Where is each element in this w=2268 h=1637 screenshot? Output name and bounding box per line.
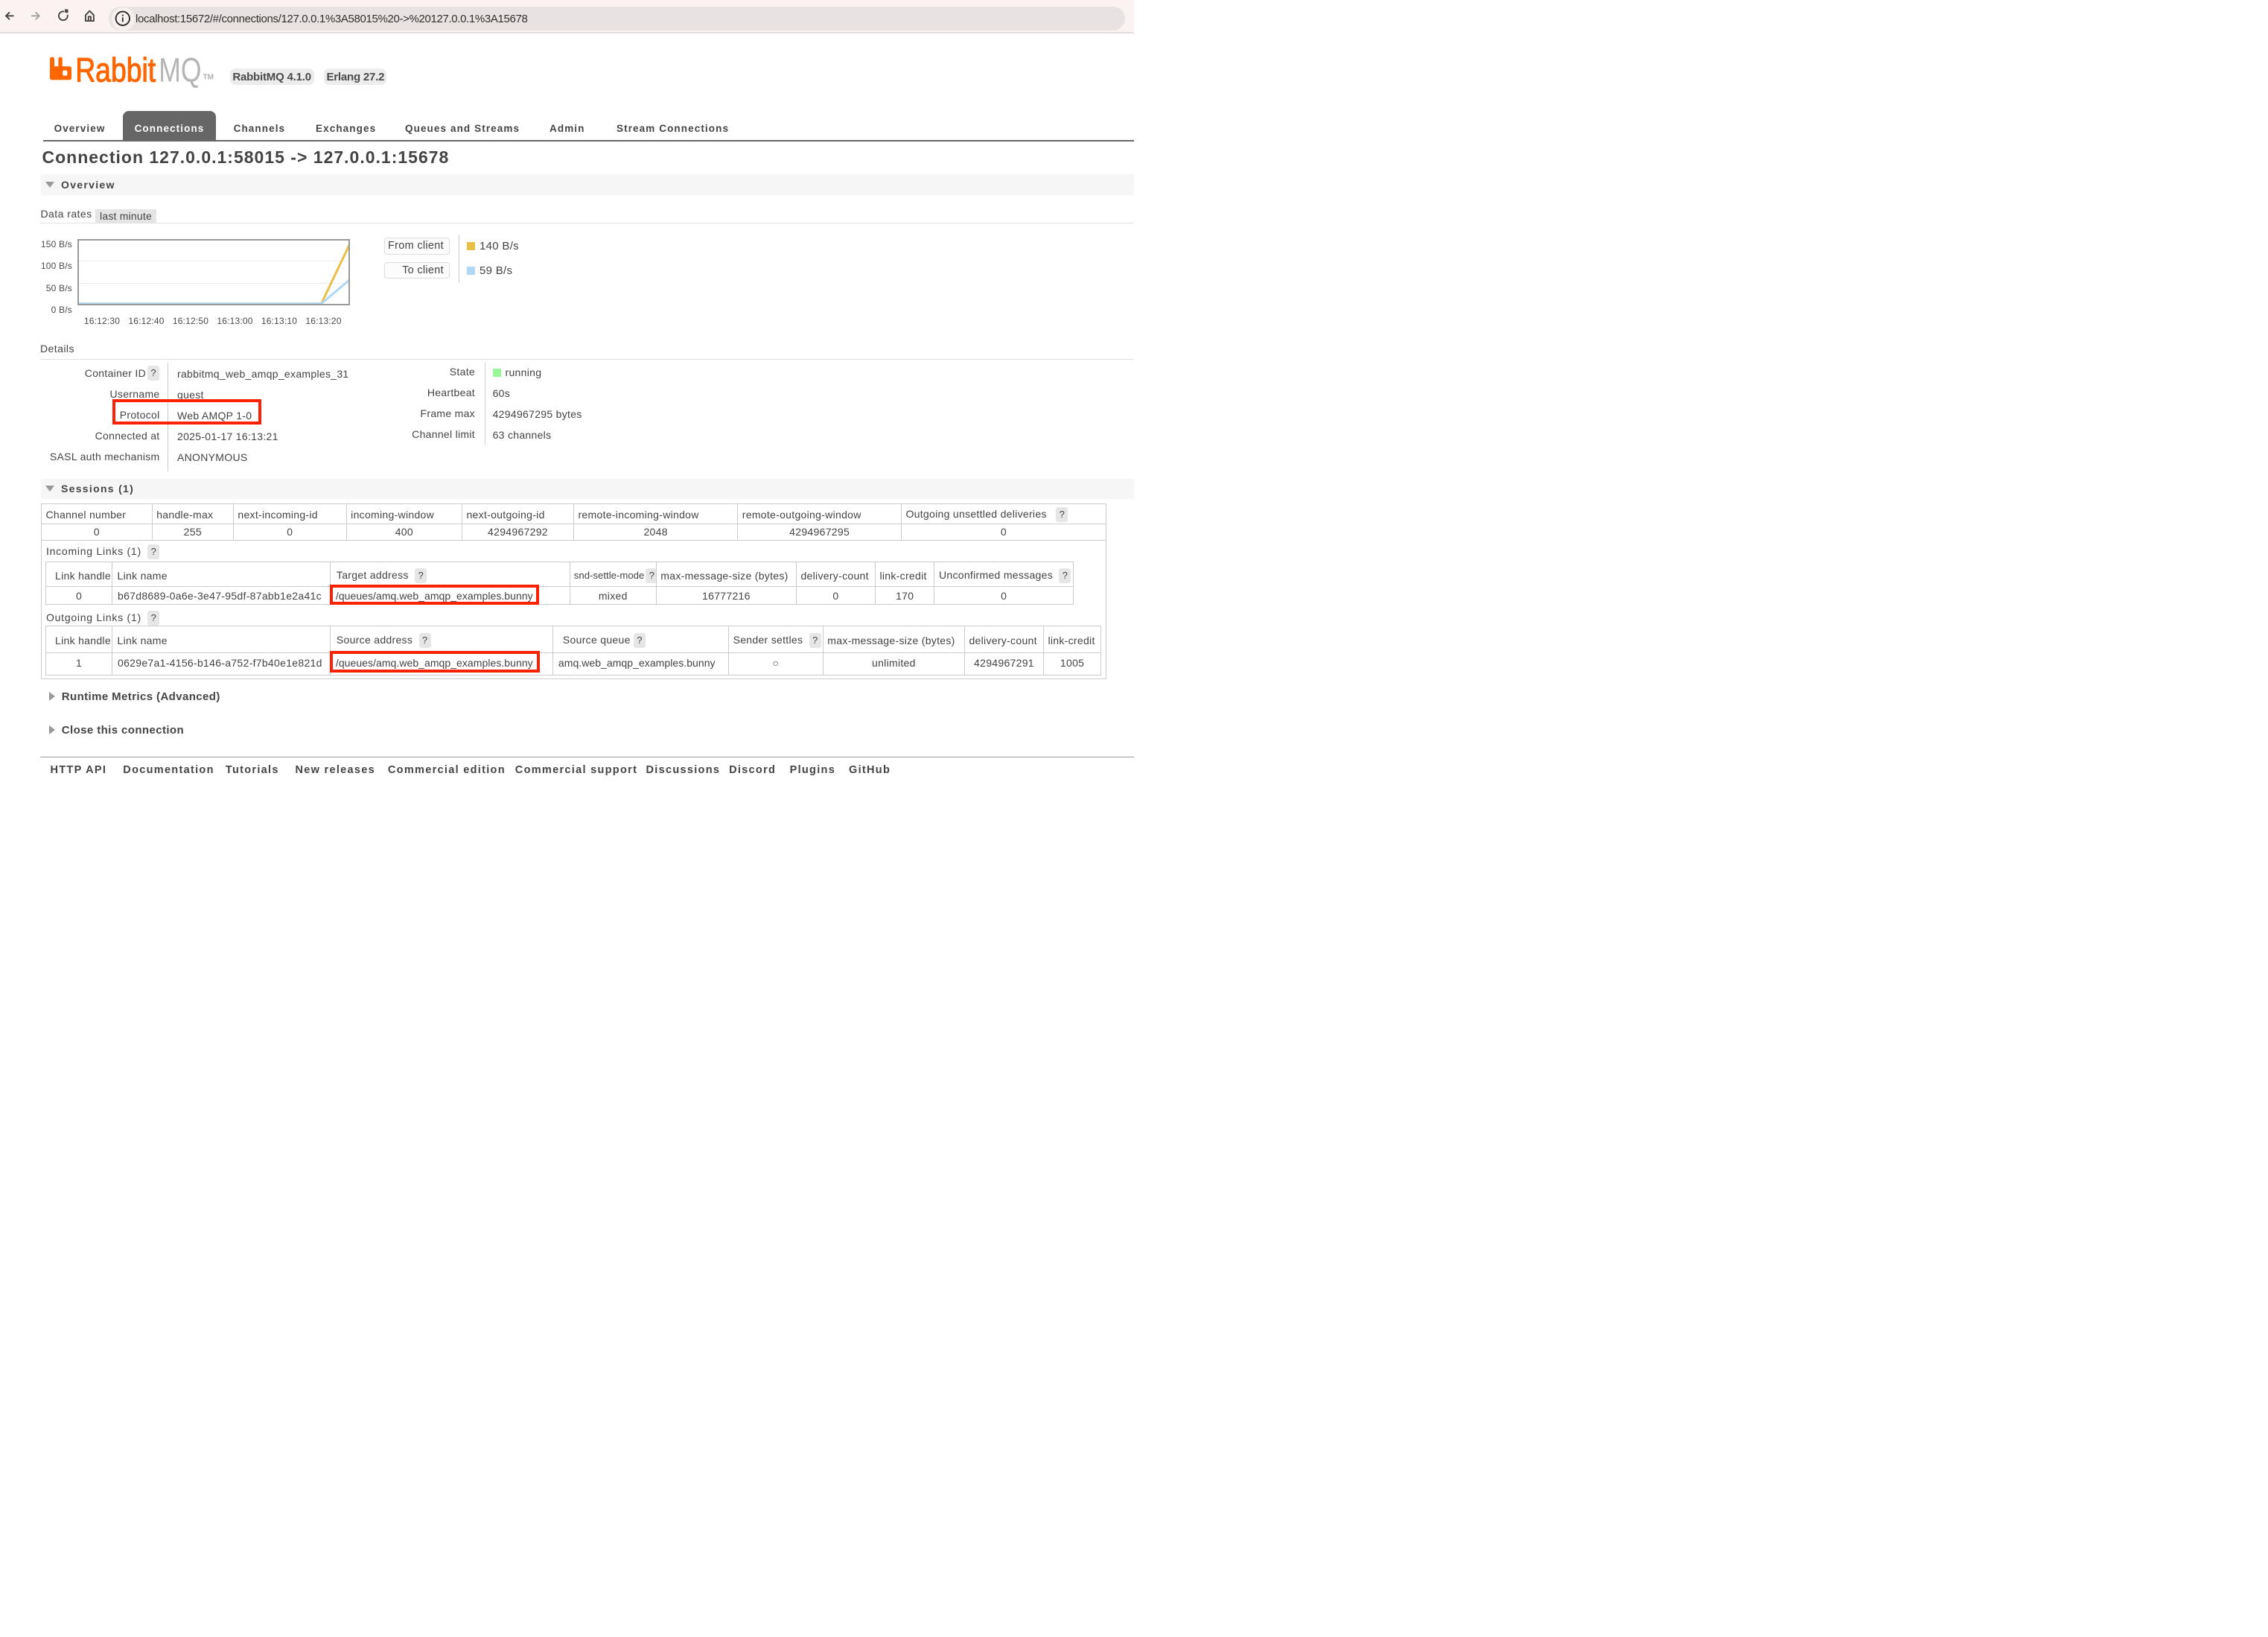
svg-text:MQ: MQ — [159, 51, 201, 89]
svg-text:TM: TM — [203, 74, 214, 82]
svg-text:Rabbit: Rabbit — [75, 51, 156, 89]
